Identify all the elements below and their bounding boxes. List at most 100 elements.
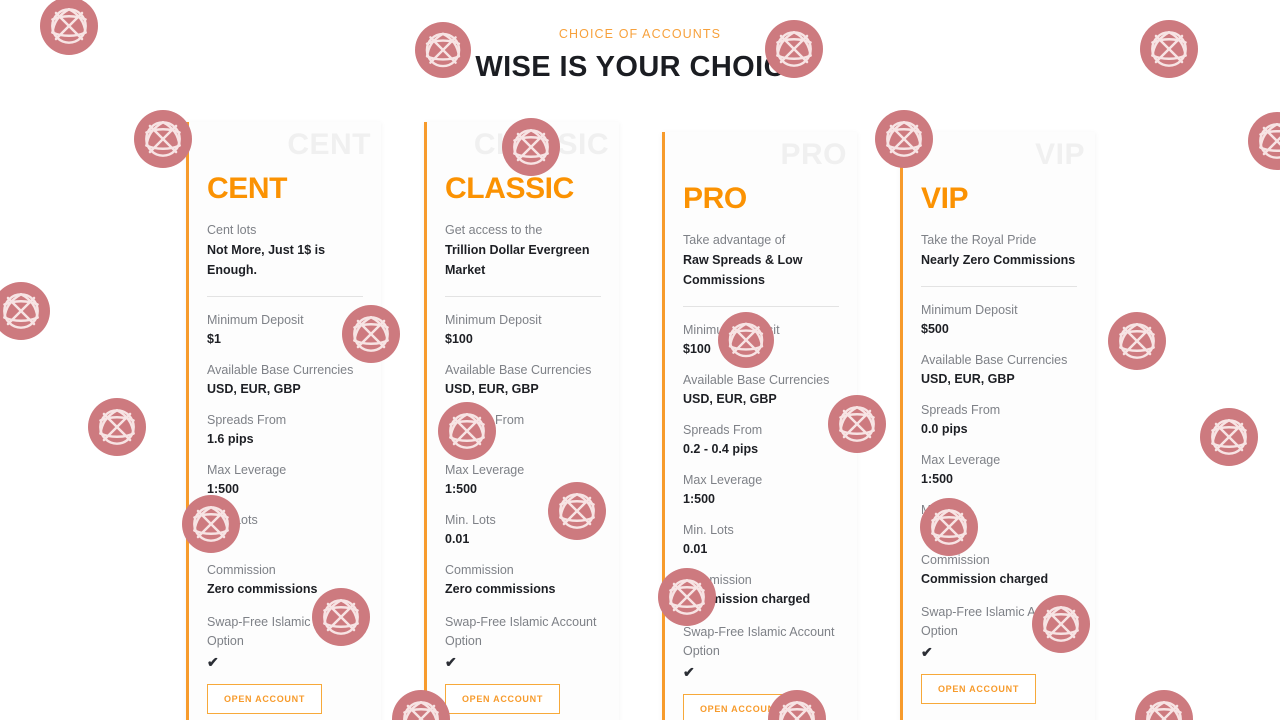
card-tagline-lead: Cent lots	[207, 223, 257, 237]
spec-label: Spreads From	[921, 403, 1001, 417]
pricing-card-pro: PRO PRO Take advantage of Raw Spreads & …	[662, 132, 857, 720]
spec-label: Max Leverage	[207, 463, 287, 477]
card-divider	[207, 296, 363, 297]
card-tagline: Take the Royal Pride Nearly Zero Commiss…	[921, 230, 1077, 270]
page-title: WISE IS YOUR CHOICE	[475, 51, 805, 83]
spec-spreads: Spreads From 1.6 pips	[207, 411, 363, 449]
spec-commission: Commission Commission charged	[921, 551, 1077, 589]
spec-label: Spreads From	[207, 413, 287, 427]
spec-value: 1.6 pips	[207, 432, 254, 446]
spec-label: Commission	[445, 563, 514, 577]
spec-minimum-deposit: Minimum Deposit $100	[445, 311, 601, 349]
card-tagline: Take advantage of Raw Spreads & Low Comm…	[683, 230, 839, 290]
spec-minimum-deposit: Minimum Deposit $500	[921, 301, 1077, 339]
globe-icon	[88, 398, 146, 456]
spec-value: USD, EUR, GBP	[921, 372, 1015, 386]
spec-currencies: Available Base Currencies USD, EUR, GBP	[683, 371, 839, 409]
spec-value: 0.2 - 0.4 pips	[683, 442, 759, 456]
spec-label: Available Base Currencies	[921, 353, 1068, 367]
check-icon: ✔	[683, 664, 695, 680]
card-title: VIP	[921, 182, 969, 215]
card-watermark: CENT	[287, 128, 371, 161]
spec-swap-free: Swap-Free Islamic Account Option ✔	[445, 613, 601, 670]
card-title: PRO	[683, 182, 747, 215]
spec-label: Min. Lots	[445, 513, 496, 527]
open-account-button[interactable]: OPEN ACCOUNT	[207, 684, 322, 714]
open-account-button[interactable]: OPEN ACCOUNT	[445, 684, 560, 714]
spec-label: Swap-Free Islamic Account Option	[921, 605, 1073, 638]
open-account-button[interactable]: OPEN ACCOUNT	[683, 694, 798, 720]
section-eyebrow: CHOICE OF ACCOUNTS	[558, 27, 722, 41]
card-title: CENT	[207, 172, 288, 205]
spec-leverage: Max Leverage 1:500	[683, 471, 839, 509]
spec-value: $100	[683, 342, 711, 356]
pricing-card-cent: CENT CENT Cent lots Not More, Just 1$ is…	[186, 122, 381, 720]
spec-label: Max Leverage	[683, 473, 763, 487]
spec-value: 0.01	[921, 522, 946, 536]
card-tagline: Cent lots Not More, Just 1$ is Enough.	[207, 220, 363, 280]
spec-currencies: Available Base Currencies USD, EUR, GBP	[445, 361, 601, 399]
spec-swap-free: Swap-Free Islamic Account Option ✔	[683, 623, 839, 680]
check-icon: ✔	[207, 654, 219, 670]
spec-min-lots: Min. Lots 0.01	[683, 521, 839, 559]
card-tagline-lead: Take advantage of	[683, 233, 786, 247]
spec-leverage: Max Leverage 1:500	[921, 451, 1077, 489]
card-tagline-lead: Take the Royal Pride	[921, 233, 1037, 247]
spec-swap-free: Swap-Free Islamic Account Option ✔	[207, 613, 363, 670]
spec-label: Swap-Free Islamic Account Option	[683, 625, 835, 658]
spec-min-lots: Min. Lots 0.01	[207, 511, 363, 549]
globe-icon	[1248, 112, 1280, 170]
spec-label: Max Leverage	[445, 463, 525, 477]
spec-value: 0.01	[683, 542, 708, 556]
card-tagline-lead: Get access to the	[445, 223, 543, 237]
spec-value: $1	[207, 332, 221, 346]
globe-icon	[0, 282, 50, 340]
spec-label: Minimum Deposit	[207, 313, 304, 327]
page-root: CHOICE OF ACCOUNTS WISE IS YOUR CHOICE C…	[0, 0, 1280, 720]
card-title: CLASSIC	[445, 172, 574, 205]
spec-value: Commission charged	[683, 592, 811, 606]
pricing-card-vip: VIP VIP Take the Royal Pride Nearly Zero…	[900, 132, 1095, 720]
spec-value: 1:500	[683, 492, 715, 506]
card-watermark: PRO	[780, 138, 847, 171]
card-tagline: Get access to the Trillion Dollar Evergr…	[445, 220, 601, 280]
open-account-button[interactable]: OPEN ACCOUNT	[921, 674, 1036, 704]
spec-value: Commission charged	[921, 572, 1049, 586]
spec-label: Available Base Currencies	[683, 373, 830, 387]
check-icon: ✔	[445, 654, 457, 670]
spec-swap-free: Swap-Free Islamic Account Option ✔	[921, 603, 1077, 660]
spec-label: Minimum Deposit	[683, 323, 780, 337]
spec-value: $100	[445, 332, 473, 346]
spec-label: Commission	[683, 573, 752, 587]
pricing-card-classic: CLASSIC CLASSIC Get access to the Trilli…	[424, 122, 619, 720]
spec-commission: Commission Zero commissions	[445, 561, 601, 599]
spec-label: Min. Lots	[207, 513, 258, 527]
spec-value: 1.2 pips	[445, 432, 492, 446]
spec-commission: Commission Zero commissions	[207, 561, 363, 599]
spec-value: USD, EUR, GBP	[445, 382, 539, 396]
spec-label: Min. Lots	[683, 523, 734, 537]
card-tagline-strong: Nearly Zero Commissions	[921, 253, 1076, 267]
spec-spreads: Spreads From 0.0 pips	[921, 401, 1077, 439]
spec-min-lots: Min. Lots 0.01	[445, 511, 601, 549]
spec-value: 1:500	[445, 482, 477, 496]
spec-label: Spreads From	[445, 413, 525, 427]
spec-value: 1:500	[207, 482, 239, 496]
spec-value: 0.01	[207, 532, 232, 546]
spec-label: Swap-Free Islamic Account Option	[445, 615, 597, 648]
spec-currencies: Available Base Currencies USD, EUR, GBP	[921, 351, 1077, 389]
check-icon: ✔	[921, 644, 933, 660]
spec-label: Commission	[921, 553, 990, 567]
globe-icon	[134, 110, 192, 168]
card-divider	[445, 296, 601, 297]
pricing-cards-row: CENT CENT Cent lots Not More, Just 1$ is…	[186, 122, 1106, 720]
spec-label: Spreads From	[683, 423, 763, 437]
card-tagline-strong: Raw Spreads & Low Commissions	[683, 253, 803, 287]
spec-label: Swap-Free Islamic Account Option	[207, 615, 359, 648]
card-divider	[921, 286, 1077, 287]
globe-icon	[1200, 408, 1258, 466]
spec-value: 1:500	[921, 472, 953, 486]
globe-icon	[1135, 690, 1193, 720]
spec-label: Minimum Deposit	[921, 303, 1018, 317]
spec-spreads: Spreads From 1.2 pips	[445, 411, 601, 449]
